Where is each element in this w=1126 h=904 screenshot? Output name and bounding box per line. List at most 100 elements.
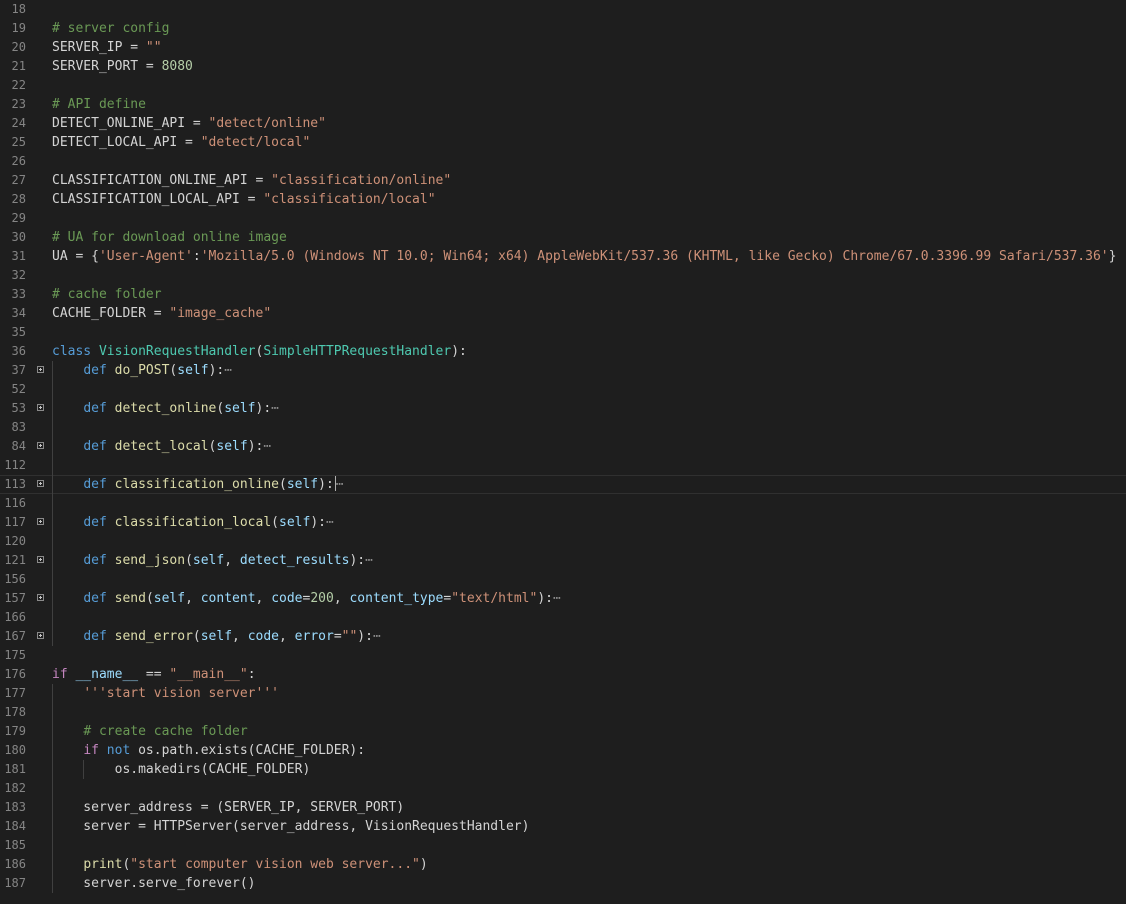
code-line[interactable]: 25 DETECT_LOCAL_API = "detect/local" [0,133,1126,152]
code-token: ⋯ [263,439,272,454]
code-line[interactable]: 22 [0,76,1126,95]
code-line[interactable]: 175 [0,646,1126,665]
code-line[interactable]: 84 def detect_local(self):⋯ [0,437,1126,456]
code-text: class VisionRequestHandler(SimpleHTTPReq… [52,342,467,361]
code-line[interactable]: 182 [0,779,1126,798]
code-token: error [294,629,334,644]
code-text: def detect_local(self):⋯ [52,437,271,456]
code-token: ): [349,553,366,568]
code-line[interactable]: 181 os.makedirs(CACHE_FOLDER) [0,760,1126,779]
code-line[interactable]: 184 server = HTTPServer(server_address, … [0,817,1126,836]
code-token: CLASSIFICATION_ONLINE_API = [52,173,272,188]
code-token: VisionRequestHandler [98,344,256,359]
code-token: def [83,629,115,644]
code-line[interactable]: 33 # cache folder [0,285,1126,304]
code-line[interactable]: 178 [0,703,1126,722]
line-number: 83 [11,420,26,434]
fold-expand-icon[interactable] [37,556,44,563]
line-number: 178 [4,705,26,719]
code-line[interactable]: 179 # create cache folder [0,722,1126,741]
code-line[interactable]: 36 class VisionRequestHandler(SimpleHTTPR… [0,342,1126,361]
code-token: classification_local [114,515,272,530]
indent-guide [83,760,85,779]
code-line[interactable]: 20 SERVER_IP = "" [0,38,1126,57]
code-token: "detect/online" [208,116,326,131]
line-number: 157 [4,591,26,605]
code-token: def [83,363,115,378]
code-token: if [83,743,107,758]
code-token: def [83,553,115,568]
code-token: SERVER_PORT = [52,59,162,74]
line-number: 167 [4,629,26,643]
code-line[interactable]: 121 def send_json(self, detect_results):… [0,551,1126,570]
code-line[interactable]: 29 [0,209,1126,228]
code-line[interactable]: 187 server.serve_forever() [0,874,1126,893]
code-token: # UA for download online image [52,230,287,245]
code-token: ( [279,477,287,492]
code-token: print [83,857,123,872]
code-token: os.path.exists(CACHE_FOLDER): [138,743,366,758]
code-line[interactable]: 18 [0,0,1126,19]
code-token: do_POST [114,363,170,378]
code-token: "detect/local" [200,135,311,150]
code-line[interactable]: 180 if not os.path.exists(CACHE_FOLDER): [0,741,1126,760]
code-line[interactable]: 177 '''start vision server''' [0,684,1126,703]
fold-expand-icon[interactable] [37,518,44,525]
code-line[interactable]: 34 CACHE_FOLDER = "image_cache" [0,304,1126,323]
fold-expand-icon[interactable] [37,594,44,601]
fold-expand-icon[interactable] [37,442,44,449]
code-line[interactable]: 117 def classification_local(self):⋯ [0,513,1126,532]
code-line[interactable]: 167 def send_error(self, code, error="")… [0,627,1126,646]
code-token: ( [185,553,193,568]
code-token: # API define [52,97,146,112]
line-number: 23 [11,97,26,111]
code-line[interactable]: 112 [0,456,1126,475]
code-line[interactable]: 186 print("start computer vision web ser… [0,855,1126,874]
code-token: server = HTTPServer(server_address, Visi… [52,819,530,834]
code-line[interactable]: 120 [0,532,1126,551]
code-text: if __name__ == "__main__": [52,665,256,684]
line-number: 27 [11,173,26,187]
code-line[interactable]: 185 [0,836,1126,855]
code-line[interactable]: 176 if __name__ == "__main__": [0,665,1126,684]
code-editor[interactable]: 18 19 # server config 20 SERVER_IP = "" 21 SER… [0,0,1126,904]
line-number: 117 [4,515,26,529]
code-line[interactable]: 23 # API define [0,95,1126,114]
code-line[interactable]: 53 def detect_online(self):⋯ [0,399,1126,418]
code-line[interactable]: 30 # UA for download online image [0,228,1126,247]
code-line[interactable]: 52 [0,380,1126,399]
code-token: , [255,591,272,606]
code-line[interactable]: 19 # server config [0,19,1126,38]
code-line[interactable]: 156 [0,570,1126,589]
code-line[interactable]: 31 UA = {'User-Agent':'Mozilla/5.0 (Windo… [0,247,1126,266]
code-token: self [177,363,209,378]
code-line[interactable]: 116 [0,494,1126,513]
code-line[interactable]: 24 DETECT_ONLINE_API = "detect/online" [0,114,1126,133]
code-line[interactable]: 166 [0,608,1126,627]
fold-expand-icon[interactable] [37,480,44,487]
code-token: ): [451,344,467,359]
code-line[interactable]: 35 [0,323,1126,342]
fold-expand-icon[interactable] [37,632,44,639]
code-line[interactable]: 183 server_address = (SERVER_IP, SERVER_… [0,798,1126,817]
code-line[interactable]: 28 CLASSIFICATION_LOCAL_API = "classifica… [0,190,1126,209]
code-line[interactable]: 113 def classification_online(self): ⋯ [0,475,1126,494]
code-token: SERVER_IP = [52,40,146,55]
code-line[interactable]: 26 [0,152,1126,171]
line-number: 19 [11,21,26,35]
code-line[interactable]: 37 def do_POST(self):⋯ [0,361,1126,380]
code-line[interactable]: 32 [0,266,1126,285]
code-text: server.serve_forever() [52,874,255,893]
line-number: 33 [11,287,26,301]
fold-expand-icon[interactable] [37,404,44,411]
line-number: 120 [4,534,26,548]
fold-expand-icon[interactable] [37,366,44,373]
code-line[interactable]: 27 CLASSIFICATION_ONLINE_API = "classific… [0,171,1126,190]
code-token: def [83,439,115,454]
line-number: 185 [4,838,26,852]
code-line[interactable]: 21 SERVER_PORT = 8080 [0,57,1126,76]
code-line[interactable]: 157 def send(self, content, code=200, co… [0,589,1126,608]
code-line[interactable]: 83 [0,418,1126,437]
code-token: content [200,591,256,606]
